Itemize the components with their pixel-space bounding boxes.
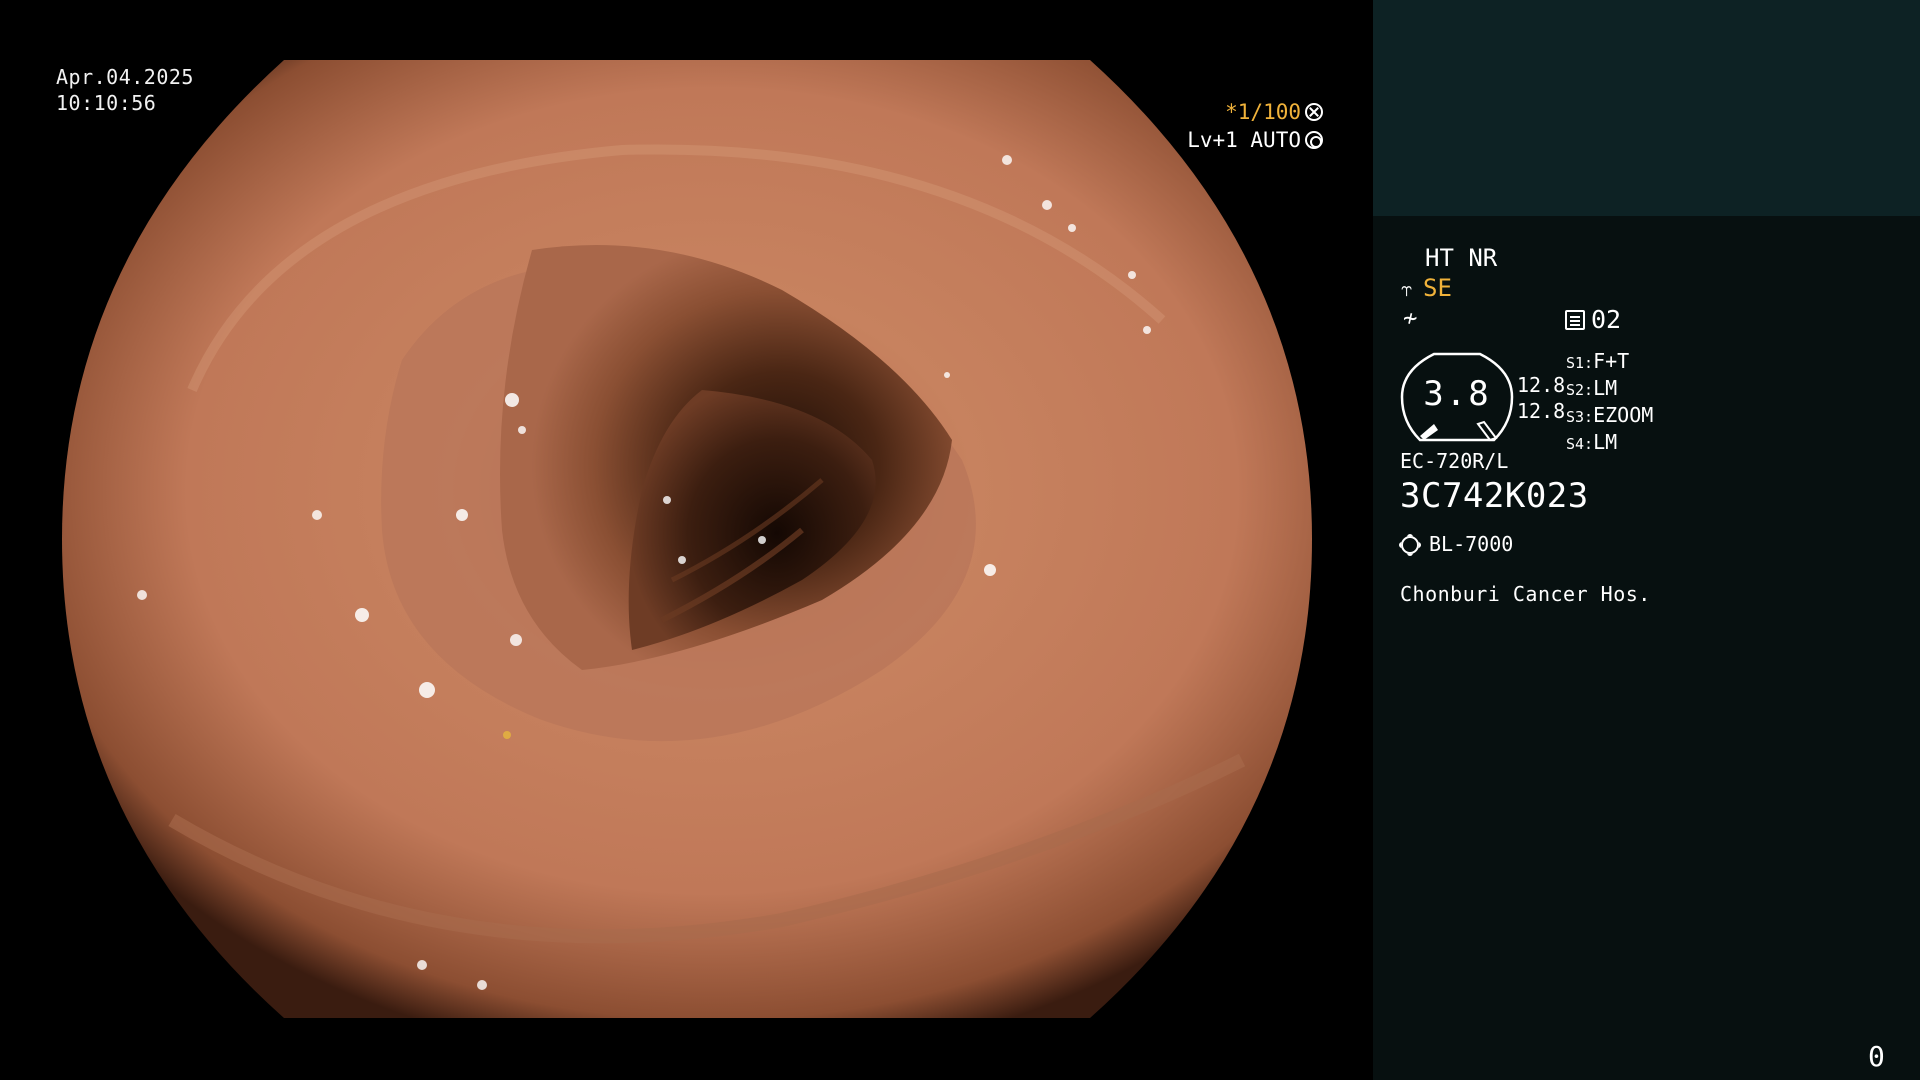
switch-modes: S1:F+T S2:LM S3:EZOOM S4:LM (1566, 349, 1653, 457)
exposure-settings: *1/100 Lv+1 AUTO (1187, 98, 1323, 154)
scope-serial: 3C742K023 (1400, 476, 1589, 516)
scope-model: EC-720R/L (1400, 449, 1509, 473)
pressure-1: 12.8 (1517, 373, 1566, 397)
mode-row: S2:LM (1566, 376, 1618, 400)
gauge-value: 3.8 (1423, 374, 1491, 414)
shutter-speed: *1/100 (1225, 100, 1301, 124)
light-source: BL-7000 (1429, 532, 1514, 556)
color-enhance-icon: ≁ (1403, 304, 1418, 332)
frame-counter: 0 (1868, 1040, 1885, 1073)
memory-card-icon (1565, 310, 1585, 330)
asterisk-circle-icon (1305, 103, 1323, 121)
sun-icon (1401, 536, 1419, 554)
ht-nr-label: HT NR (1425, 244, 1498, 272)
info-panel: HT NR ⥾ SE ≁ 02 3.8 12.8 12.8 S1:F+T S2:L… (1373, 0, 1920, 1080)
light-source-row: BL-7000 (1401, 532, 1513, 556)
endoscope-view-pane: Apr.04.2025 10:10:56 *1/100 Lv+1 AUTO (0, 0, 1373, 1080)
colon-lumen-image (62, 60, 1312, 1018)
pressure-2: 12.8 (1517, 399, 1566, 423)
brightness-level: Lv+1 AUTO (1187, 128, 1301, 152)
memory-row: 02 (1565, 305, 1621, 334)
gear-circle-icon (1305, 131, 1323, 149)
pressure-readouts: 12.8 12.8 (1517, 372, 1565, 424)
mode-row: S3:EZOOM (1566, 403, 1654, 427)
insufflation-gauge: 3.8 (1400, 350, 1514, 444)
endoscopic-image (62, 60, 1312, 1018)
level-row: Lv+1 AUTO (1187, 126, 1323, 154)
mode-row: S1:F+T (1566, 349, 1630, 373)
shutter-row: *1/100 (1187, 98, 1323, 126)
mode-row: S4:LM (1566, 430, 1618, 454)
hospital-name: Chonburi Cancer Hos. (1400, 582, 1651, 606)
se-label: SE (1423, 274, 1452, 302)
structure-enhance-icon: ⥾ (1401, 277, 1413, 301)
info-panel-header (1373, 0, 1920, 216)
structure-enhance-row: ⥾ SE (1401, 274, 1452, 302)
memory-number: 02 (1591, 305, 1622, 334)
